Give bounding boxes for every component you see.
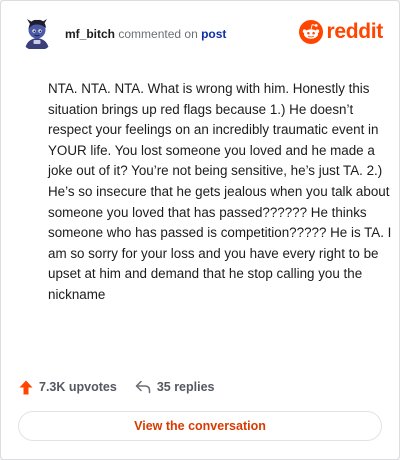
reply-count: 35 replies — [156, 380, 215, 394]
upvote-button[interactable]: 7.3K upvotes — [19, 380, 117, 395]
upvote-count: 7.3K upvotes — [39, 380, 117, 394]
post-link[interactable]: post — [201, 27, 226, 41]
avatar-icon — [19, 15, 55, 51]
byline: mf_bitch commented on post — [65, 27, 226, 41]
reply-arrow-icon — [135, 380, 151, 394]
embedded-comment-card: mf_bitch commented on post reddit NTA. N… — [0, 0, 400, 460]
reddit-logo[interactable]: reddit — [299, 20, 383, 44]
user-avatar[interactable] — [19, 15, 55, 51]
comment-body: NTA. NTA. NTA. What is wrong with him. H… — [48, 81, 392, 302]
username-link[interactable]: mf_bitch — [65, 27, 115, 41]
snoo-icon — [299, 20, 324, 44]
upvote-arrow-icon — [19, 380, 33, 394]
reddit-wordmark: reddit — [326, 20, 383, 43]
comment-actions: 7.3K upvotes 35 replies — [19, 377, 215, 397]
byline-action: commented on — [118, 27, 198, 41]
view-conversation-button[interactable]: View the conversation — [18, 411, 382, 441]
reply-button[interactable]: 35 replies — [135, 380, 215, 394]
comment-header: mf_bitch commented on post reddit — [19, 15, 383, 55]
